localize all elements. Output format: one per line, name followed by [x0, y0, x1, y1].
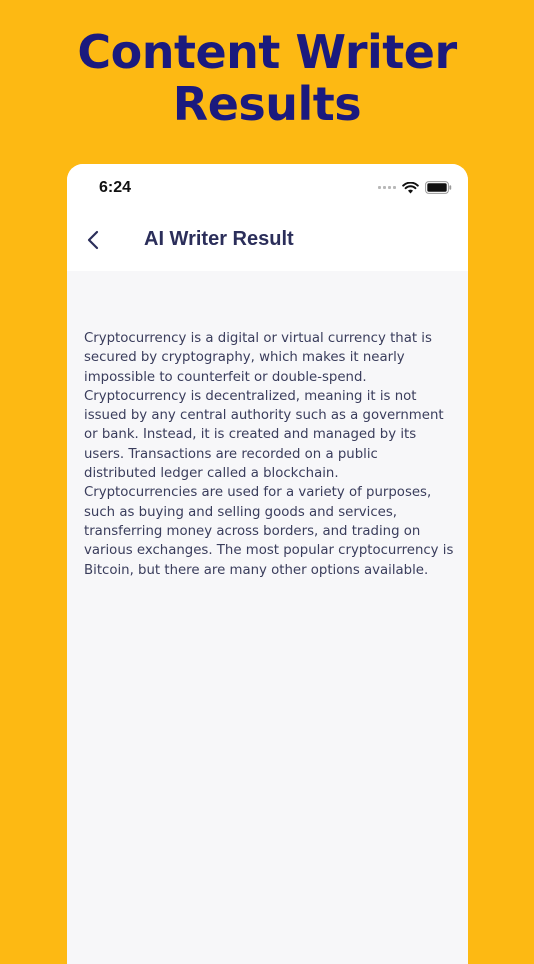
status-icons: [378, 181, 452, 194]
back-button[interactable]: [81, 228, 105, 252]
chevron-left-icon: [87, 230, 99, 250]
promo-title-line-1: Content Writer: [77, 25, 457, 79]
signal-dots-icon: [378, 186, 396, 189]
phone-screen: 6:24 AI Writer Result Cryptocurrency is …: [67, 164, 468, 964]
promo-title-line-2: Results: [172, 77, 362, 131]
top-bar: 6:24 AI Writer Result: [67, 164, 468, 271]
page-title: AI Writer Result: [144, 228, 294, 250]
result-text: Cryptocurrency is a digital or virtual c…: [84, 331, 454, 578]
battery-icon: [425, 181, 452, 194]
wifi-icon: [402, 181, 419, 193]
status-time: 6:24: [99, 179, 132, 196]
promo-headline: Content Writer Results: [0, 26, 534, 130]
